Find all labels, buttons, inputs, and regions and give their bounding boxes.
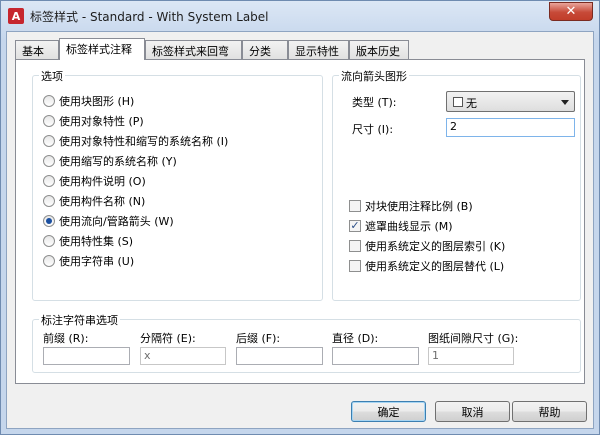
- size-input[interactable]: 2: [446, 118, 575, 137]
- prefix-label: 前缀 (R):: [43, 332, 89, 345]
- radio-use-flow-arrow[interactable]: 使用流向/管路箭头 (W): [43, 213, 174, 229]
- radio-use-block[interactable]: 使用块图形 (H): [43, 93, 134, 109]
- checkbox-label: 对块使用注释比例 (B): [365, 200, 473, 213]
- radio-label: 使用构件名称 (N): [59, 195, 146, 208]
- radio-label: 使用缩写的系统名称 (Y): [59, 155, 177, 168]
- autocad-app-icon: A: [8, 8, 24, 24]
- separator-input[interactable]: x: [140, 347, 226, 365]
- diameter-label: 直径 (D):: [332, 332, 379, 345]
- size-label: 尺寸 (I):: [352, 123, 394, 136]
- radio-label: 使用构件说明 (O): [59, 175, 146, 188]
- radio-button[interactable]: [43, 175, 55, 187]
- suffix-input[interactable]: [236, 347, 323, 365]
- string-options-group-title: 标注字符串选项: [39, 312, 120, 328]
- tab-label-style-annotation[interactable]: 标签样式注释: [59, 38, 145, 60]
- checkbox-label: 使用系统定义的图层索引 (K): [365, 240, 506, 253]
- cancel-button[interactable]: 取消: [435, 401, 510, 422]
- tab-version-history[interactable]: 版本历史: [349, 40, 409, 59]
- paper-gap-size-input[interactable]: 1: [428, 347, 514, 365]
- radio-button[interactable]: [43, 155, 55, 167]
- separator-label: 分隔符 (E):: [140, 332, 196, 345]
- flow-arrow-group: 流向箭头图形 类型 (T): 无 尺寸 (I): 2 对块使用注释比例 (B) …: [332, 68, 581, 301]
- check-layer-override[interactable]: 使用系统定义的图层替代 (L): [349, 258, 504, 274]
- checkbox-label: 使用系统定义的图层替代 (L): [365, 260, 505, 273]
- check-mask-curve[interactable]: ✓ 遮罩曲线显示 (M): [349, 218, 453, 234]
- suffix-label: 后缀 (F):: [236, 332, 281, 345]
- diameter-input[interactable]: [332, 347, 419, 365]
- close-button[interactable]: ✕: [549, 2, 593, 21]
- dialog-client-area: 基本 标签样式注释 标签样式来回弯 分类 显示特性 版本历史 选项 使用块图形 …: [6, 31, 594, 429]
- prefix-input[interactable]: [43, 347, 130, 365]
- checkbox[interactable]: [349, 200, 361, 212]
- type-dropdown[interactable]: 无: [446, 91, 575, 112]
- radio-button[interactable]: [43, 115, 55, 127]
- radio-label: 使用对象特性 (P): [59, 115, 144, 128]
- tab-panel-annotation: 选项 使用块图形 (H) 使用对象特性 (P) 使用对象特性和缩写的系统名称 (…: [15, 59, 585, 384]
- radio-use-part-description[interactable]: 使用构件说明 (O): [43, 173, 146, 189]
- chevron-down-icon: [561, 100, 569, 105]
- options-group-title: 选项: [39, 68, 65, 84]
- radio-use-object-props[interactable]: 使用对象特性 (P): [43, 113, 144, 129]
- radio-button[interactable]: [43, 235, 55, 247]
- radio-use-property-set[interactable]: 使用特性集 (S): [43, 233, 133, 249]
- tab-classification[interactable]: 分类: [242, 40, 288, 59]
- checkbox-checked[interactable]: ✓: [349, 220, 361, 232]
- radio-button[interactable]: [43, 195, 55, 207]
- ok-button[interactable]: 确定: [351, 401, 426, 422]
- radio-label: 使用字符串 (U): [59, 255, 135, 268]
- tab-display-properties[interactable]: 显示特性: [288, 40, 349, 59]
- string-options-group: 标注字符串选项 前缀 (R): 分隔符 (E): x 后缀 (F): 直径 (D…: [32, 312, 581, 373]
- radio-button[interactable]: [43, 135, 55, 147]
- radio-use-abbrev-name[interactable]: 使用缩写的系统名称 (Y): [43, 153, 177, 169]
- radio-label: 使用流向/管路箭头 (W): [59, 215, 174, 228]
- radio-button[interactable]: [43, 95, 55, 107]
- radio-button-checked[interactable]: [43, 215, 55, 227]
- title-bar[interactable]: A 标签样式 - Standard - With System Label ✕: [1, 1, 599, 31]
- color-swatch: [453, 97, 463, 107]
- dialog-window: A 标签样式 - Standard - With System Label ✕ …: [0, 0, 600, 435]
- help-button[interactable]: 帮助: [512, 401, 587, 422]
- type-label: 类型 (T):: [352, 96, 397, 109]
- checkbox[interactable]: [349, 240, 361, 252]
- type-selected-value: 无: [466, 97, 477, 110]
- options-group: 选项 使用块图形 (H) 使用对象特性 (P) 使用对象特性和缩写的系统名称 (…: [32, 68, 323, 301]
- radio-label: 使用对象特性和缩写的系统名称 (I): [59, 135, 229, 148]
- check-layer-key[interactable]: 使用系统定义的图层索引 (K): [349, 238, 505, 254]
- paper-gap-size-label: 图纸间隙尺寸 (G):: [428, 332, 519, 345]
- flow-arrow-group-title: 流向箭头图形: [339, 68, 409, 84]
- radio-use-string[interactable]: 使用字符串 (U): [43, 253, 134, 269]
- tab-basic[interactable]: 基本: [15, 40, 59, 59]
- radio-button[interactable]: [43, 255, 55, 267]
- radio-label: 使用块图形 (H): [59, 95, 135, 108]
- radio-label: 使用特性集 (S): [59, 235, 134, 248]
- tab-label-style-jog[interactable]: 标签样式来回弯: [145, 40, 242, 59]
- window-title: 标签样式 - Standard - With System Label: [30, 10, 269, 24]
- checkbox-label: 遮罩曲线显示 (M): [365, 220, 453, 233]
- checkbox[interactable]: [349, 260, 361, 272]
- radio-use-object-props-abbrev[interactable]: 使用对象特性和缩写的系统名称 (I): [43, 133, 228, 149]
- radio-use-part-name[interactable]: 使用构件名称 (N): [43, 193, 145, 209]
- check-annotation-scale[interactable]: 对块使用注释比例 (B): [349, 198, 473, 214]
